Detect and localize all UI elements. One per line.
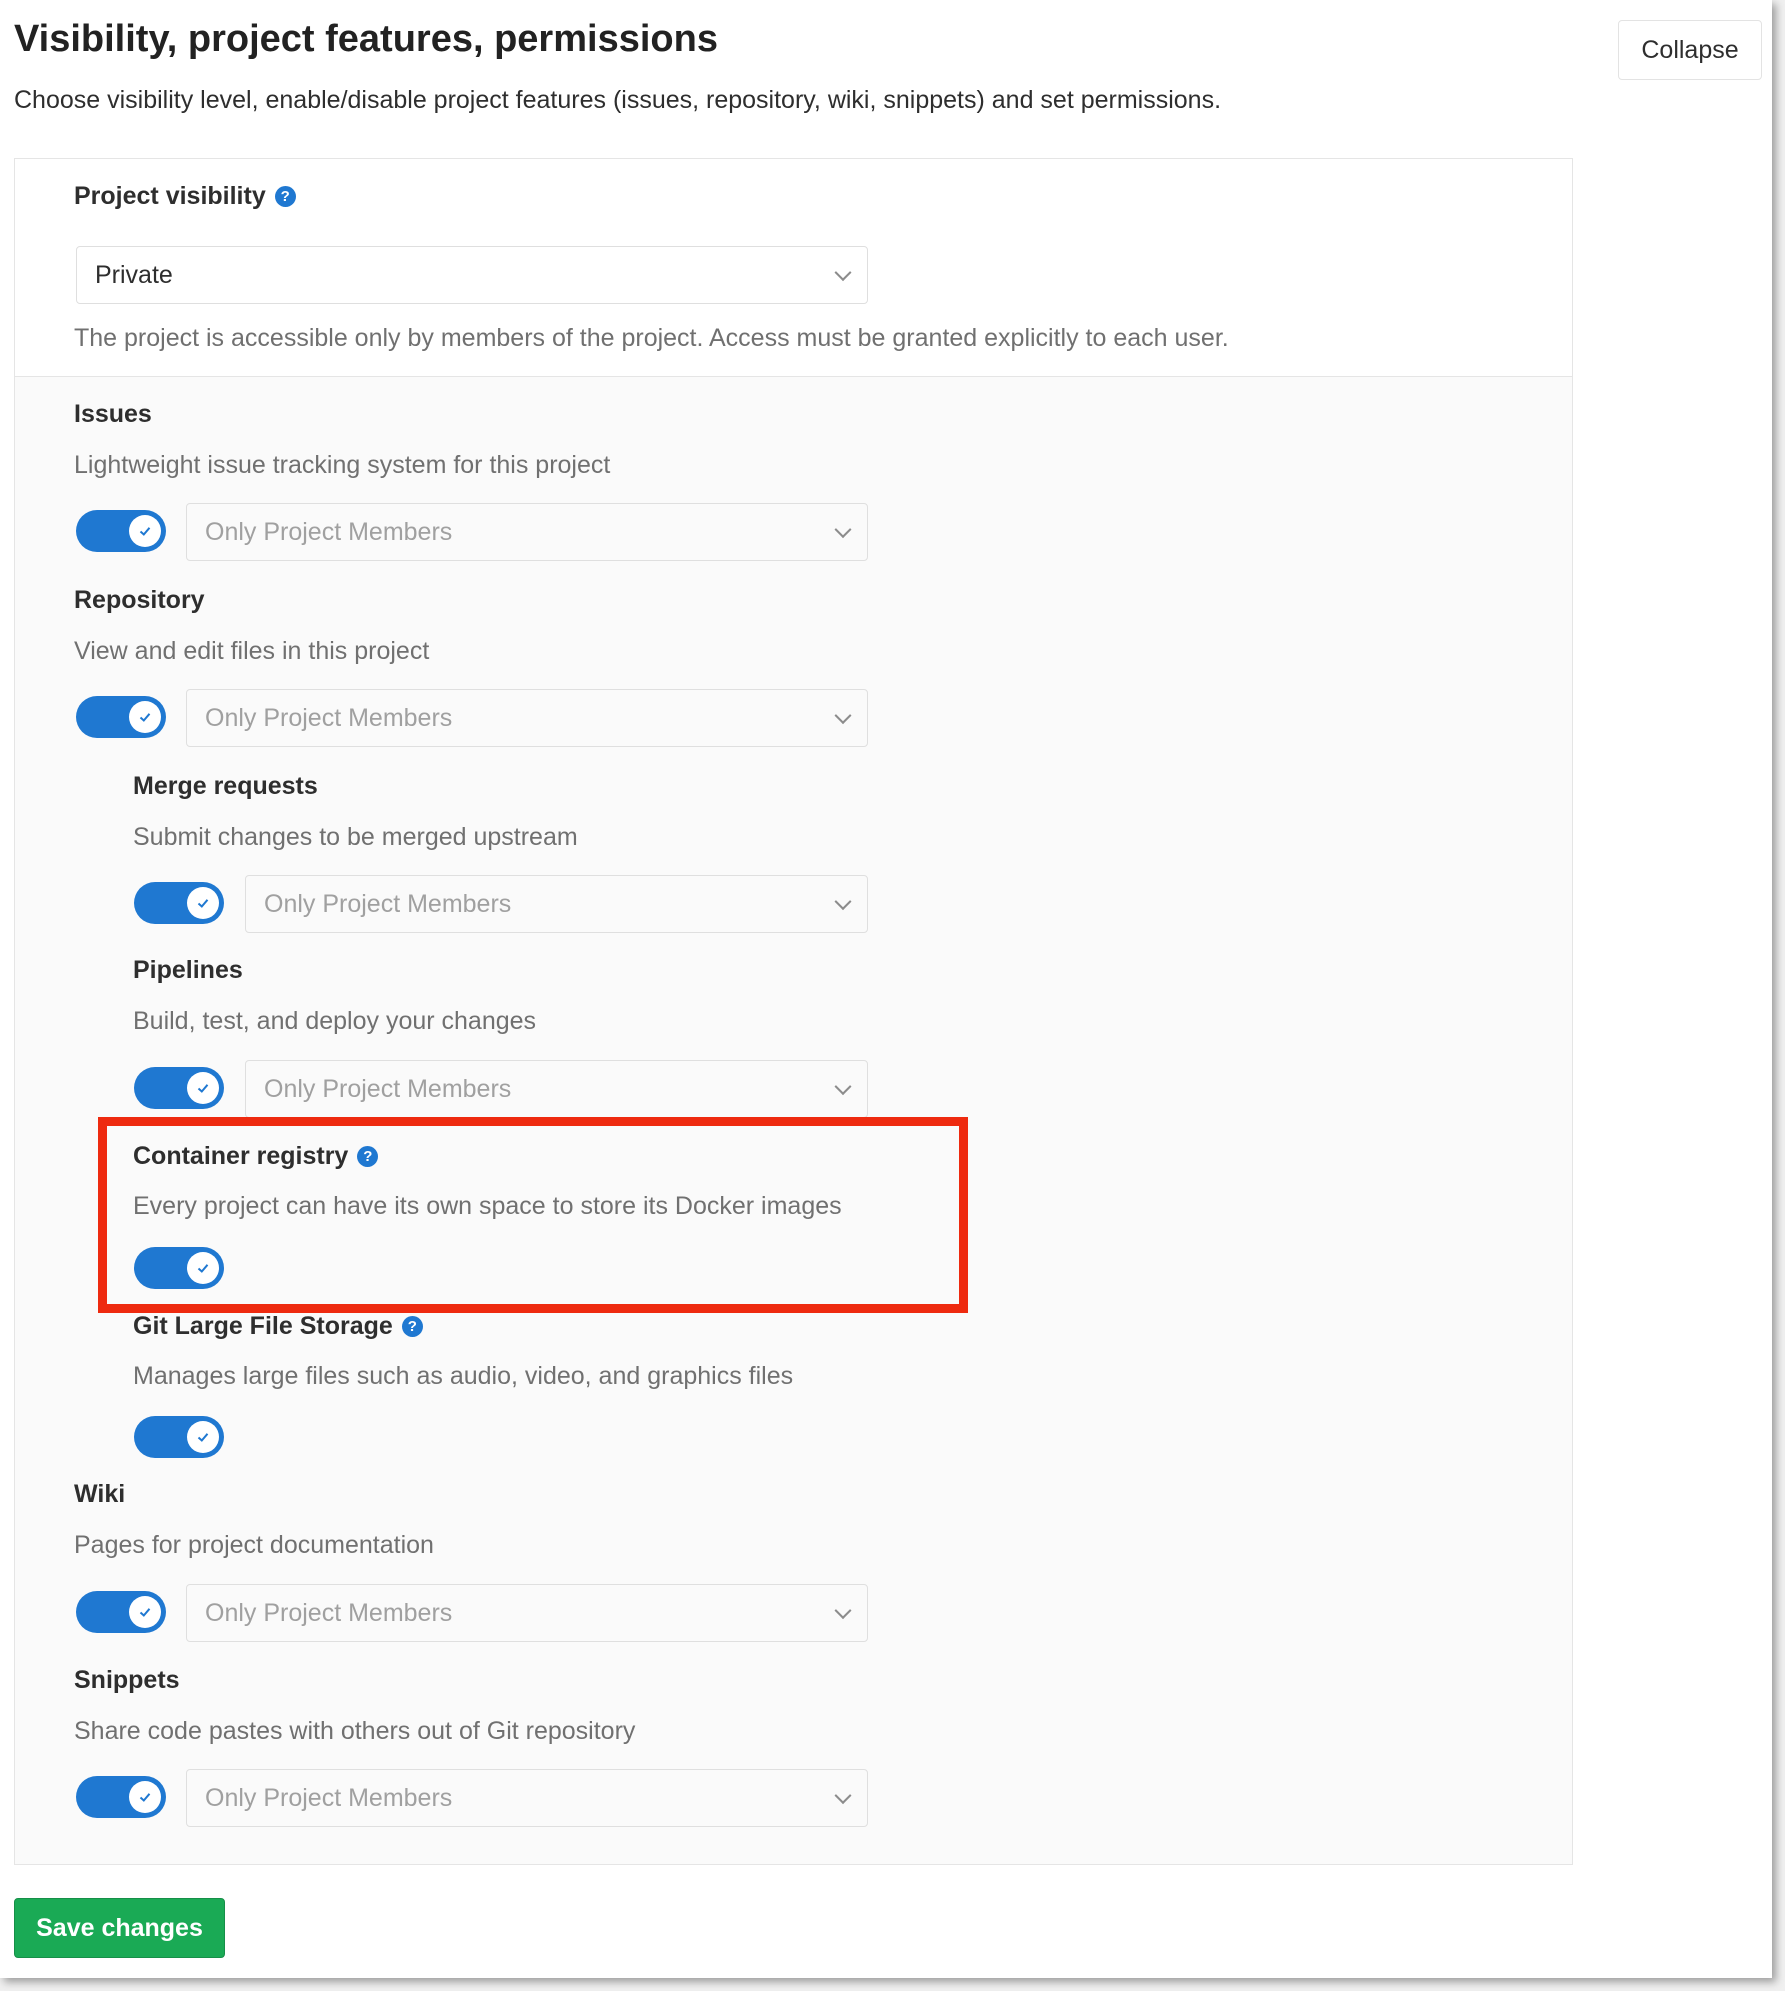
check-icon [129,701,161,733]
save-changes-button[interactable]: Save changes [14,1898,225,1958]
section-subtitle: Choose visibility level, enable/disable … [14,86,1222,114]
snippets-access-select[interactable]: Only Project Members [186,1769,868,1827]
chevron-down-icon [834,264,852,282]
check-icon [129,515,161,547]
pipelines-access-value: Only Project Members [264,1074,512,1103]
project-visibility-label-text: Project visibility [74,181,266,210]
git-lfs-label-text: Git Large File Storage [133,1311,393,1340]
check-icon [129,1781,161,1813]
check-icon [187,1072,219,1104]
help-icon[interactable]: ? [401,1315,423,1337]
chevron-down-icon [834,1078,852,1096]
project-visibility-label: Project visibility ? [74,180,296,212]
repository-description: View and edit files in this project [74,637,430,665]
project-visibility-select[interactable]: Private [76,246,868,304]
project-visibility-description: The project is accessible only by member… [74,324,1229,352]
issues-access-select[interactable]: Only Project Members [186,503,868,561]
wiki-access-select[interactable]: Only Project Members [186,1584,868,1642]
git-lfs-toggle[interactable] [134,1416,224,1458]
pipelines-label: Pipelines [133,955,243,984]
git-lfs-description: Manages large files such as audio, video… [133,1362,794,1390]
issues-label: Issues [74,399,152,428]
repository-access-select[interactable]: Only Project Members [186,689,868,747]
merge-requests-label: Merge requests [133,771,318,800]
repository-toggle[interactable] [76,696,166,738]
issues-access-value: Only Project Members [205,517,453,546]
merge-requests-access-select[interactable]: Only Project Members [245,875,868,933]
help-icon[interactable]: ? [274,185,296,207]
issues-toggle[interactable] [76,510,166,552]
chevron-down-icon [834,521,852,539]
merge-requests-access-value: Only Project Members [264,889,512,918]
check-icon [187,887,219,919]
merge-requests-toggle[interactable] [134,882,224,924]
issues-description: Lightweight issue tracking system for th… [74,451,611,479]
wiki-description: Pages for project documentation [74,1531,434,1559]
snippets-access-value: Only Project Members [205,1783,453,1812]
merge-requests-description: Submit changes to be merged upstream [133,823,578,851]
highlight-box [98,1117,968,1313]
collapse-button[interactable]: Collapse [1618,20,1762,80]
chevron-down-icon [834,893,852,911]
repository-access-value: Only Project Members [205,703,453,732]
chevron-down-icon [834,707,852,725]
check-icon [187,1421,219,1453]
settings-page: Visibility, project features, permission… [0,0,1772,1978]
project-visibility-value: Private [95,260,173,289]
repository-label: Repository [74,585,205,614]
pipelines-toggle[interactable] [134,1067,224,1109]
pipelines-access-select[interactable]: Only Project Members [245,1060,868,1118]
chevron-down-icon [834,1787,852,1805]
chevron-down-icon [834,1602,852,1620]
snippets-toggle[interactable] [76,1776,166,1818]
wiki-toggle[interactable] [76,1591,166,1633]
git-lfs-label: Git Large File Storage ? [133,1310,423,1342]
wiki-access-value: Only Project Members [205,1598,453,1627]
section-title: Visibility, project features, permission… [14,18,718,60]
wiki-label: Wiki [74,1479,126,1508]
pipelines-description: Build, test, and deploy your changes [133,1007,537,1035]
snippets-description: Share code pastes with others out of Git… [74,1717,636,1745]
check-icon [129,1596,161,1628]
snippets-label: Snippets [74,1665,180,1694]
